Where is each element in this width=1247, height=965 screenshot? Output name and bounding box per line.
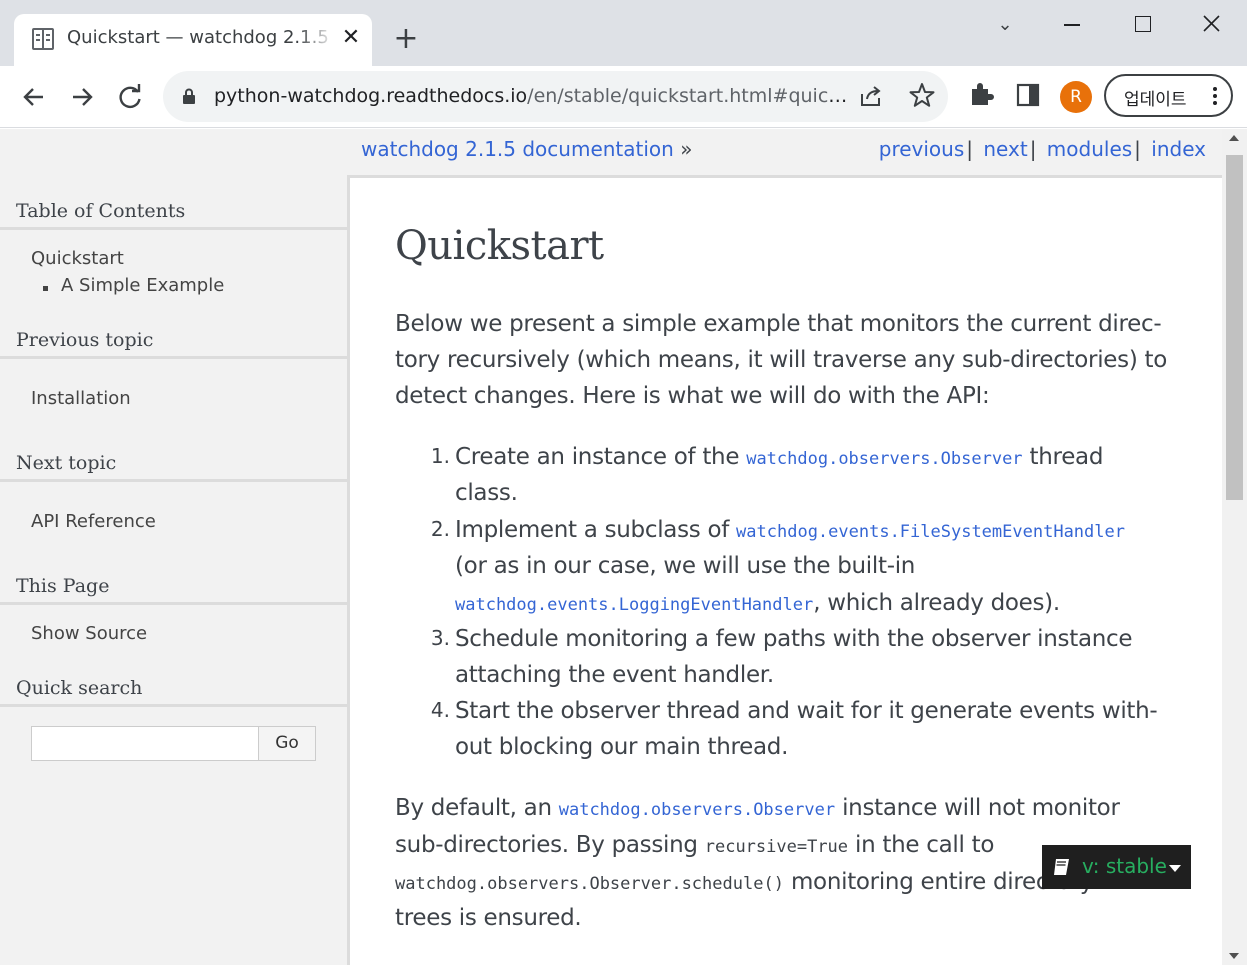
rtd-version-badge[interactable]: v: stable — [1042, 845, 1191, 889]
toc-quickstart-link[interactable]: Quickstart — [31, 248, 124, 269]
update-label: 업데이트 — [1124, 90, 1187, 110]
logging-event-handler-link[interactable]: watchdog.events.LoggingEventHandler — [455, 595, 813, 615]
previous-topic-heading: Previous topic — [0, 325, 347, 359]
toc-simple-example-link[interactable]: A Simple Example — [43, 275, 224, 296]
inline-code: watchdog.observers.Observer.schedule() — [395, 874, 784, 894]
step-number: 4. — [430, 698, 450, 722]
bookmark-star-icon[interactable] — [908, 81, 936, 109]
tab-strip: Quickstart — watchdog 2.1.5 documentatio… — [0, 0, 1247, 66]
intro-line-3: detect changes. Here is what we will do … — [395, 383, 990, 409]
close-window-button[interactable] — [1191, 8, 1231, 40]
arrow-left-icon — [23, 88, 43, 106]
step-3-line-2: attaching the event handler. — [455, 662, 774, 688]
docs-page: watchdog 2.1.5 documentation » previous |… — [0, 129, 1222, 965]
step-2-line-2: (or as in our case, we will use the buil… — [455, 553, 916, 579]
minimize-button[interactable] — [1052, 8, 1092, 40]
filesystem-event-handler-link[interactable]: watchdog.events.FileSystemEventHandler — [736, 522, 1125, 542]
tab-close-icon[interactable]: ✕ — [340, 25, 362, 51]
page-scrollbar[interactable] — [1222, 129, 1247, 965]
share-icon[interactable] — [858, 83, 884, 109]
step-4-line-2: out blocking our main thread. — [455, 734, 789, 760]
step-number: 3. — [430, 626, 450, 650]
scroll-up-arrow-icon[interactable] — [1229, 135, 1239, 141]
close-icon — [1203, 15, 1220, 32]
step-1-line-1: Create an instance of the watchdog.obser… — [455, 444, 1104, 470]
search-input[interactable] — [31, 726, 259, 761]
book-icon — [1054, 859, 1069, 875]
page-title: Quickstart — [395, 223, 604, 269]
step-2-line-3: watchdog.events.LoggingEventHandler, whi… — [455, 590, 1060, 616]
step-3-line-1: Schedule monitoring a few paths with the… — [455, 626, 1133, 652]
new-tab-button[interactable]: + — [392, 22, 420, 56]
next-link[interactable]: next — [983, 137, 1027, 161]
step-4-line-1: Start the observer thread and wait for i… — [455, 698, 1158, 724]
chrome-update-button[interactable]: 업데이트 — [1104, 74, 1233, 117]
maximize-button[interactable] — [1122, 8, 1162, 40]
observer-class-link[interactable]: watchdog.observers.Observer — [746, 449, 1022, 469]
profile-avatar[interactable]: R — [1060, 81, 1092, 113]
next-topic-heading: Next topic — [0, 448, 347, 482]
show-source-link[interactable]: Show Source — [31, 623, 147, 644]
side-panel-icon[interactable] — [1015, 82, 1041, 108]
default-line-4: trees is ensured. — [395, 905, 582, 931]
tab-search-chevron-icon[interactable]: ⌄ — [985, 10, 1025, 42]
version-label: v: stable — [1082, 854, 1167, 878]
back-button[interactable] — [17, 80, 51, 114]
toc-heading: Table of Contents — [0, 196, 347, 230]
breadcrumb: watchdog 2.1.5 documentation » — [361, 137, 693, 161]
index-link[interactable]: index — [1151, 137, 1206, 161]
address-bar[interactable]: python-watchdog.readthedocs.io/en/stable… — [163, 71, 948, 122]
previous-link[interactable]: previous — [879, 137, 965, 161]
observer-class-link[interactable]: watchdog.observers.Observer — [559, 800, 835, 820]
scroll-down-arrow-icon[interactable] — [1229, 953, 1239, 959]
default-line-1: By default, an watchdog.observers.Observ… — [395, 795, 1120, 821]
step-2-line-1: Implement a subclass of watchdog.events.… — [455, 517, 1125, 543]
forward-button[interactable] — [65, 80, 99, 114]
inline-code: recursive=True — [704, 837, 849, 857]
lock-icon[interactable] — [183, 88, 195, 104]
docs-favicon-icon — [32, 28, 54, 50]
extensions-puzzle-icon[interactable] — [967, 80, 995, 108]
related-bar: watchdog 2.1.5 documentation » previous |… — [0, 129, 1222, 175]
modules-link[interactable]: modules — [1047, 137, 1132, 161]
step-number: 1. — [430, 444, 450, 468]
intro-line-2: tory recursively (which means, it will t… — [395, 347, 1167, 373]
url-text[interactable]: python-watchdog.readthedocs.io/en/stable… — [214, 84, 854, 108]
reload-button[interactable] — [113, 80, 147, 114]
previous-topic-link[interactable]: Installation — [31, 388, 131, 409]
related-links: previous | next | modules | index — [878, 137, 1206, 161]
kebab-menu-icon — [1213, 87, 1217, 105]
tab-title: Quickstart — watchdog 2.1.5 documentatio… — [67, 27, 335, 48]
scroll-thumb[interactable] — [1226, 155, 1243, 500]
step-1-line-2: class. — [455, 480, 518, 506]
this-page-heading: This Page — [0, 571, 347, 605]
intro-line-1: Below we present a simple example that m… — [395, 311, 1162, 337]
step-number: 2. — [430, 517, 450, 541]
reload-icon — [119, 84, 141, 109]
search-go-button[interactable]: Go — [258, 726, 316, 761]
caret-down-icon — [1169, 865, 1181, 872]
next-topic-link[interactable]: API Reference — [31, 511, 156, 532]
quick-search-heading: Quick search — [0, 673, 347, 707]
browser-tab-active[interactable]: Quickstart — watchdog 2.1.5 documentatio… — [14, 14, 372, 66]
docs-home-link[interactable]: watchdog 2.1.5 documentation — [361, 137, 674, 161]
arrow-right-icon — [73, 88, 93, 106]
